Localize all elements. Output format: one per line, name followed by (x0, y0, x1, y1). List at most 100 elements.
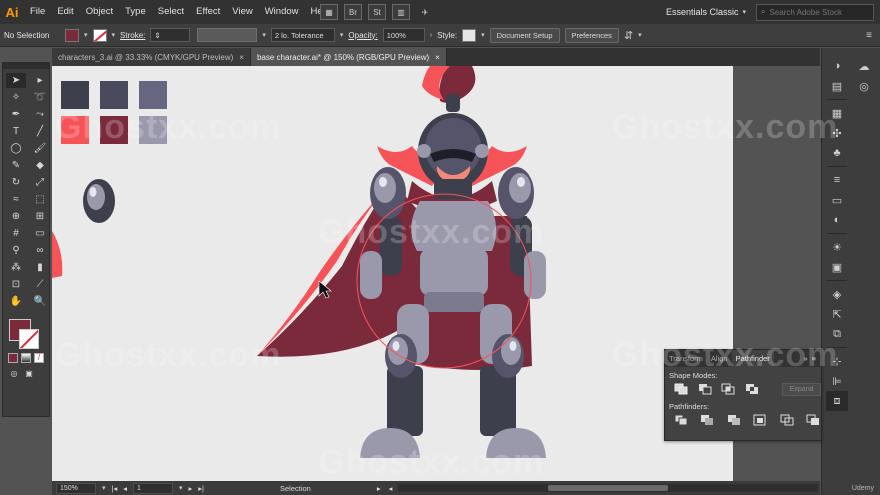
appearance-panel-icon[interactable]: ▤ (826, 76, 848, 96)
ellipse-tool-icon[interactable]: ◯ (6, 141, 26, 156)
horizontal-scrollbar[interactable] (398, 484, 819, 492)
pen-tool-icon[interactable]: ✒ (6, 107, 26, 122)
workspace-switcher[interactable]: Essentials Classic ▾ (662, 3, 750, 21)
links-panel-icon[interactable]: ⧉ (826, 324, 848, 344)
fill-swatch[interactable] (65, 28, 79, 42)
menu-edit[interactable]: Edit (51, 0, 79, 24)
menu-object[interactable]: Object (80, 0, 119, 24)
scale-tool-icon[interactable]: ⤢ (30, 175, 50, 190)
stroke-panel-icon[interactable]: ≡ (826, 170, 848, 190)
arrange-icon[interactable]: ⇵ (624, 29, 633, 42)
preferences-button[interactable]: Preferences (564, 27, 619, 43)
variable-width-profile[interactable] (197, 28, 258, 42)
scrollbar-thumb[interactable] (548, 485, 669, 491)
chevron-down-icon[interactable]: ▾ (638, 31, 642, 39)
perspective-grid-tool-icon[interactable]: ⊞ (30, 209, 50, 224)
brushes-panel-icon[interactable]: ✣ (826, 123, 848, 143)
collapse-icon[interactable]: » (803, 354, 811, 363)
stroke-weight-field[interactable]: ⇕ (150, 28, 191, 42)
divide-icon[interactable] (673, 413, 689, 427)
align-panel-icon[interactable]: ⊫ (826, 371, 848, 391)
next-artboard-icon[interactable]: ▸ (189, 484, 193, 493)
menu-effect[interactable]: Effect (190, 0, 226, 24)
menu-file[interactable]: File (24, 0, 51, 24)
tab-align[interactable]: Align (707, 350, 732, 367)
close-icon[interactable]: × (239, 53, 244, 62)
draw-mode-icon[interactable]: ◎ (8, 367, 20, 379)
paintbrush-tool-icon[interactable]: 🖌 (30, 141, 50, 156)
chevron-down-icon[interactable]: ▾ (102, 484, 106, 492)
artboard[interactable] (52, 66, 733, 481)
exclude-icon[interactable] (744, 382, 760, 396)
horizontal-scroll-left-icon[interactable]: ◂ (389, 484, 393, 493)
minus-front-icon[interactable] (697, 382, 713, 396)
color-mode-icon[interactable] (8, 353, 18, 363)
creative-cloud-icon[interactable]: ◎ (853, 76, 875, 96)
transparency-panel-icon[interactable]: ◐ (826, 210, 848, 230)
chevron-down-icon[interactable]: ▾ (179, 484, 183, 492)
curvature-tool-icon[interactable]: ⤳ (30, 107, 50, 122)
layers-panel-icon[interactable]: ◈ (826, 284, 848, 304)
unite-icon[interactable] (673, 382, 689, 396)
direct-selection-tool-icon[interactable]: ▸ (30, 73, 50, 88)
screen-mode-icon[interactable]: ▣ (23, 367, 35, 379)
graphic-styles-icon[interactable]: ▣ (826, 257, 848, 277)
document-setup-button[interactable]: Document Setup (489, 27, 560, 43)
last-artboard-icon[interactable]: ▸| (198, 484, 204, 493)
stroke-swatch[interactable] (92, 28, 107, 42)
free-transform-tool-icon[interactable]: ⬚ (30, 192, 50, 207)
trim-icon[interactable] (700, 413, 716, 427)
stock-icon[interactable]: St (368, 4, 386, 20)
chevron-down-icon[interactable]: ▾ (340, 31, 344, 39)
type-tool-icon[interactable]: T (6, 124, 26, 139)
hand-tool-icon[interactable]: ✋ (6, 294, 26, 309)
artboard-number-field[interactable]: 1 (133, 482, 173, 494)
bridge-icon[interactable]: Br (344, 4, 362, 20)
gradient-tool-icon[interactable]: ▭ (30, 226, 50, 241)
tab-base-character[interactable]: base character.ai* @ 150% (RGB/GPU Previ… (250, 48, 447, 66)
brush-definition[interactable]: 2 lo. Tolerance (270, 28, 335, 42)
close-icon[interactable]: × (435, 53, 440, 62)
menu-select[interactable]: Select (152, 0, 190, 24)
zoom-tool-icon[interactable]: 🔍 (30, 294, 50, 309)
expand-button[interactable]: Expand (782, 382, 822, 396)
layout-icon[interactable]: ▥ (392, 4, 410, 20)
none-mode-icon[interactable]: / (34, 353, 44, 363)
gradient-panel-icon[interactable]: ▭ (826, 190, 848, 210)
tab-characters-3[interactable]: characters_3.ai @ 33.33% (CMYK/GPU Previ… (52, 48, 251, 66)
arrange-documents-icon[interactable]: ▦ (320, 4, 338, 20)
previous-artboard-icon[interactable]: ◂ (123, 484, 127, 493)
chevron-right-icon[interactable]: › (430, 32, 432, 39)
eyedropper-tool-icon[interactable]: ⚲ (6, 243, 26, 258)
chevron-down-icon[interactable]: ▾ (481, 31, 485, 39)
chevron-down-icon[interactable]: ▾ (262, 31, 266, 39)
appearance-sun-icon[interactable]: ☀ (826, 237, 848, 257)
shape-builder-tool-icon[interactable]: ⊕ (6, 209, 26, 224)
magic-wand-tool-icon[interactable]: ✧ (6, 90, 26, 105)
stock-search-box[interactable]: ⌕ (756, 3, 874, 21)
blend-tool-icon[interactable]: ∞ (30, 243, 50, 258)
mesh-tool-icon[interactable]: # (6, 226, 26, 241)
shaper-tool-icon[interactable]: ✎ (6, 158, 26, 173)
swatches-panel-icon[interactable]: ▦ (826, 103, 848, 123)
selection-tool-icon[interactable]: ➤ (6, 73, 26, 88)
menu-type[interactable]: Type (119, 0, 152, 24)
rotate-tool-icon[interactable]: ↻ (6, 175, 26, 190)
libraries-panel-icon[interactable]: ☁ (853, 56, 875, 76)
lasso-tool-icon[interactable]: ➰ (30, 90, 50, 105)
stock-search-input[interactable] (769, 7, 860, 17)
gradient-mode-icon[interactable] (21, 353, 31, 363)
color-panel-icon[interactable]: ◑ (826, 56, 848, 76)
opacity-field[interactable]: 100% (382, 28, 425, 42)
zoom-level-field[interactable]: 150% (56, 482, 96, 494)
pathfinder-panel-icon[interactable]: ⧈ (826, 391, 848, 411)
gpu-performance-icon[interactable]: ✈ (416, 4, 434, 20)
eraser-tool-icon[interactable]: ◆ (30, 158, 50, 173)
panel-menu-icon[interactable]: ≡ (812, 354, 821, 363)
tab-pathfinder[interactable]: Pathfinder (731, 350, 774, 367)
slice-tool-icon[interactable]: ⟋ (30, 277, 50, 292)
minus-back-icon[interactable] (806, 413, 822, 427)
stroke-color-box[interactable] (19, 329, 39, 349)
status-mode[interactable]: Selection (280, 484, 311, 493)
artboard-tool-icon[interactable]: ⊡ (6, 277, 26, 292)
